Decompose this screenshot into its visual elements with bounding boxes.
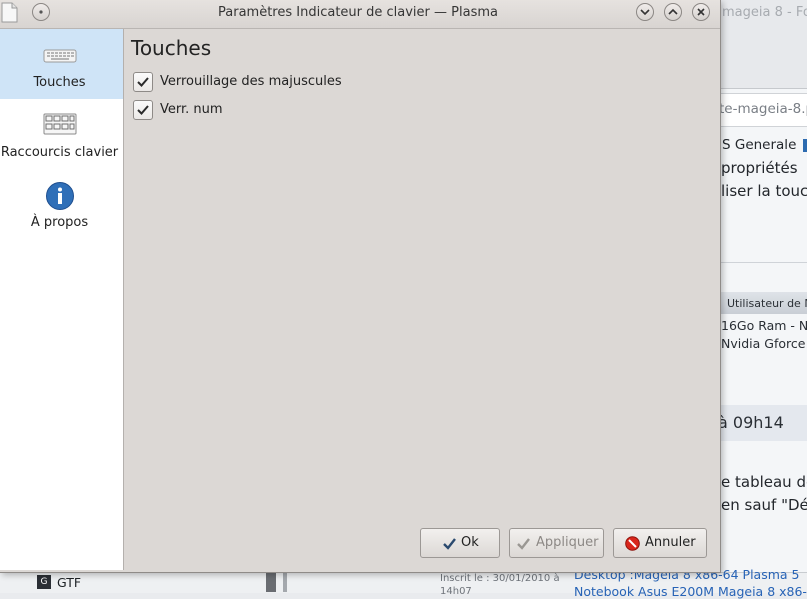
user-spec-line: 16Go Ram - N° [721,318,807,333]
caps-lock-label[interactable]: Verrouillage des majuscules [160,74,342,89]
keyboard-icon [43,49,77,63]
inscrit-info: Inscrit le : 30/01/2010 à 14h07 [440,572,560,598]
settings-dialog: Paramètres Indicateur de clavier — Plasm… [0,0,721,573]
bookmark-icon[interactable] [803,139,807,152]
scrollbar-track [283,572,287,592]
sidebar-item-label: Raccourcis clavier [0,145,119,160]
ok-button[interactable]: Ok [420,528,500,558]
post-text-line: en sauf "Dév [721,496,807,514]
minimize-button[interactable] [636,3,654,21]
window-title: Paramètres Indicateur de clavier — Plasm… [218,5,498,20]
user-rank-text: Utilisateur de Ma [727,297,807,310]
caps-lock-checkbox[interactable] [133,72,153,92]
maximize-button[interactable] [664,3,682,21]
sidebar: Touches Raccourcis clavier À propos [0,29,124,570]
taskbar-label[interactable]: GTF [57,575,81,590]
page-title: Touches [131,36,212,60]
info-icon [46,182,74,210]
sidebar-item-raccourcis-clavier[interactable]: Raccourcis clavier [0,99,123,169]
chevron-up-icon [668,8,678,15]
check-icon [443,538,456,550]
inscrit-line: Inscrit le : 30/01/2010 à [440,573,560,584]
page-text-line: liser la touc [721,182,807,200]
num-lock-label[interactable]: Verr. num [160,102,223,117]
check-icon [517,538,530,550]
apply-button-label: Appliquer [536,535,599,550]
page-text-line: propriétés [721,159,798,177]
close-button[interactable] [692,3,710,21]
cancel-button[interactable]: Annuler [613,528,707,558]
cancel-button-label: Annuler [645,535,696,550]
sidebar-item-label: À propos [30,215,89,230]
browser-tab-title[interactable]: mageia 8 - For [722,5,807,20]
num-lock-checkbox[interactable] [133,100,153,120]
title-bar[interactable]: Paramètres Indicateur de clavier — Plasm… [0,0,720,29]
scrollbar-handle[interactable] [266,572,276,592]
ok-button-label: Ok [461,535,479,550]
checkmark-icon [137,105,149,115]
browser-url-text[interactable]: te-mageia-8.p [719,101,807,117]
cancel-icon [625,536,640,551]
apply-button[interactable]: Appliquer [509,528,604,558]
page-divider [720,262,807,263]
chevron-down-icon [640,9,650,16]
post-date-text: à 09h14 [718,413,784,432]
sidebar-item-label: Touches [33,75,86,90]
close-icon [697,8,705,16]
bookmark-item[interactable]: S Generale [722,137,796,153]
post-text-line: e tableau de [721,473,807,491]
sidebar-item-a-propos[interactable]: À propos [0,169,123,239]
sidebar-item-touches[interactable]: Touches [0,29,123,99]
shortcuts-keyboard-icon [43,113,77,135]
checkmark-icon [137,77,149,87]
gtf-icon: G [37,575,51,589]
user-spec-line: Nvidia Gforce [721,336,806,351]
